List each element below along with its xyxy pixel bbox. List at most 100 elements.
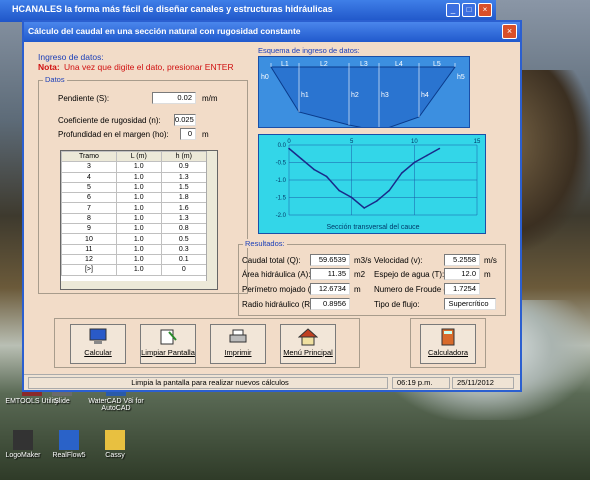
tramo-cell[interactable]: 6	[61, 192, 117, 204]
chart-y-tick-label: -1.0	[276, 178, 287, 184]
status-time: 06:19 p.m.	[392, 377, 450, 389]
tramo-cell[interactable]: 11	[61, 243, 117, 255]
main-window-title: HCANALES la forma más fácil de diseñar c…	[12, 4, 333, 14]
cross-section-point	[300, 158, 303, 160]
table-vertical-scrollbar[interactable]	[206, 151, 217, 289]
espejo-value: 12.0	[444, 268, 480, 280]
rugosidad-input[interactable]: 0.025	[174, 114, 196, 126]
l-cell[interactable]: 1.0	[115, 192, 162, 204]
imprimir-button[interactable]: Imprimir	[210, 324, 266, 364]
velocidad-value: 5.2558	[444, 254, 480, 266]
chart-y-tick-label: -0.5	[276, 161, 287, 167]
resultados-group-title: Resultados:	[243, 239, 287, 248]
cross-section-point	[413, 161, 416, 164]
h-cell[interactable]: 0.9	[160, 161, 208, 173]
dialog-title: Cálculo del caudal en una sección natura…	[28, 26, 301, 36]
table-header-tramo: Tramo	[61, 150, 117, 163]
status-bar: Limpia la pantalla para realizar nuevos …	[24, 374, 520, 390]
radio-value: 0.8956	[310, 298, 350, 310]
clean-icon	[160, 329, 177, 345]
froude-value: 1.7254	[444, 283, 480, 295]
table-header-h: h (m)	[160, 150, 208, 163]
h-cell[interactable]: 0.3	[160, 243, 208, 255]
menu-principal-button[interactable]: Menú Principal	[280, 324, 336, 364]
tramo-cell[interactable]: [>]	[61, 264, 117, 276]
folder-icon	[105, 430, 125, 450]
tramo-cell[interactable]: 5	[61, 181, 117, 194]
table-row[interactable]: [>] 1.0 0	[61, 264, 208, 276]
l-cell[interactable]: 1.0	[115, 181, 162, 194]
calcular-button[interactable]: Calcular	[70, 324, 126, 364]
tramo-cell[interactable]: 8	[61, 212, 117, 225]
calculation-dialog: Cálculo del caudal en una sección natura…	[22, 20, 522, 392]
tramo-cell[interactable]: 3	[61, 161, 117, 173]
l-cell[interactable]: 1.0	[115, 223, 162, 235]
limpiar-button[interactable]: Limpiar Pantalla	[140, 324, 196, 364]
dialog-titlebar: Cálculo del caudal en una sección natura…	[24, 22, 520, 42]
l-cell[interactable]: 1.0	[115, 253, 162, 266]
schema-height-label: h4	[421, 92, 429, 99]
l-cell[interactable]: 1.0	[115, 171, 162, 183]
flujo-label: Tipo de flujo:	[374, 300, 420, 309]
table-row[interactable]: 11 1.0 0.3	[61, 243, 208, 255]
table-row[interactable]: 5 1.0 1.5	[61, 181, 208, 194]
tramo-cell[interactable]: 7	[61, 202, 117, 214]
h-cell[interactable]: 1.6	[160, 202, 208, 214]
table-row[interactable]: 6 1.0 1.8	[61, 192, 208, 204]
l-cell[interactable]: 1.0	[115, 212, 162, 225]
table-row[interactable]: 7 1.0 1.6	[61, 202, 208, 214]
h-cell[interactable]: 1.5	[160, 181, 208, 194]
desktop-icon-realflow[interactable]: RealFlow5	[46, 430, 92, 459]
imprimir-label: Imprimir	[224, 348, 252, 357]
pendiente-input[interactable]: 0.02	[152, 92, 196, 104]
calculadora-button[interactable]: Calculadora	[420, 324, 476, 364]
h-cell[interactable]: 1.3	[160, 212, 208, 225]
chart-title: Sección transversal del cauce	[327, 224, 420, 231]
h-cell[interactable]: 1.8	[160, 192, 208, 204]
l-cell[interactable]: 1.0	[115, 243, 162, 255]
cross-section-line	[288, 147, 440, 209]
l-cell[interactable]: 1.0	[115, 161, 162, 173]
h-cell[interactable]: 0	[160, 264, 208, 276]
table-row[interactable]: 12 1.0 0.1	[61, 253, 208, 266]
table-horizontal-scrollbar[interactable]	[61, 281, 207, 289]
desktop-icon-label: LogoMaker	[5, 452, 41, 459]
tramo-cell[interactable]: 12	[61, 253, 117, 266]
caudal-value: 59.6539	[310, 254, 350, 266]
app-icon	[13, 430, 33, 450]
input-schema-diagram: L1 L2 L3 L4 L5 h0 h1 h2 h3 h4 h5	[258, 56, 470, 128]
rugosidad-label: Coeficiente de rugosidad (n):	[58, 116, 161, 125]
chart-x-tick-label: 10	[411, 139, 418, 145]
desktop-icon-cassy[interactable]: Cassy	[92, 430, 138, 459]
tramo-table[interactable]: Tramo L (m) h (m) 3 1.0 0.9 4 1.0 1.3 5 1.0 1.5 6…	[60, 150, 218, 290]
computer-icon	[89, 328, 107, 344]
desktop-icon-logomaker[interactable]: LogoMaker	[0, 430, 46, 459]
table-row[interactable]: 4 1.0 1.3	[61, 171, 208, 183]
note-text: Una vez que digite el dato, presionar EN…	[64, 62, 234, 72]
h-cell[interactable]: 0.8	[160, 223, 208, 235]
chart-x-tick-label: 5	[350, 139, 354, 145]
table-row[interactable]: 10 1.0 0.5	[61, 233, 208, 245]
profundidad-input[interactable]: 0	[180, 128, 196, 140]
dialog-close-button[interactable]: ×	[502, 24, 517, 39]
l-cell[interactable]: 1.0	[115, 264, 162, 276]
h-cell[interactable]: 0.1	[160, 253, 208, 266]
main-close-button[interactable]: ×	[478, 3, 492, 17]
tramo-cell[interactable]: 4	[61, 171, 117, 183]
table-row[interactable]: 3 1.0 0.9	[61, 161, 208, 173]
tramo-cell[interactable]: 10	[61, 233, 117, 245]
table-row[interactable]: 8 1.0 1.3	[61, 212, 208, 225]
h-cell[interactable]: 1.3	[160, 171, 208, 183]
table-row[interactable]: 9 1.0 0.8	[61, 223, 208, 235]
l-cell[interactable]: 1.0	[115, 233, 162, 245]
h-cell[interactable]: 0.5	[160, 233, 208, 245]
l-cell[interactable]: 1.0	[115, 202, 162, 214]
maximize-button[interactable]: □	[462, 3, 476, 17]
cross-section-point	[438, 147, 441, 150]
desktop-icon-label: WaterCAD V8i for AutoCAD	[88, 398, 144, 412]
schema-segment-label: L3	[360, 61, 368, 68]
schema-height-label: h5	[457, 74, 465, 81]
tramo-cell[interactable]: 9	[61, 223, 117, 235]
minimize-button[interactable]: _	[446, 3, 460, 17]
flujo-value: Supercrítico	[444, 298, 496, 310]
